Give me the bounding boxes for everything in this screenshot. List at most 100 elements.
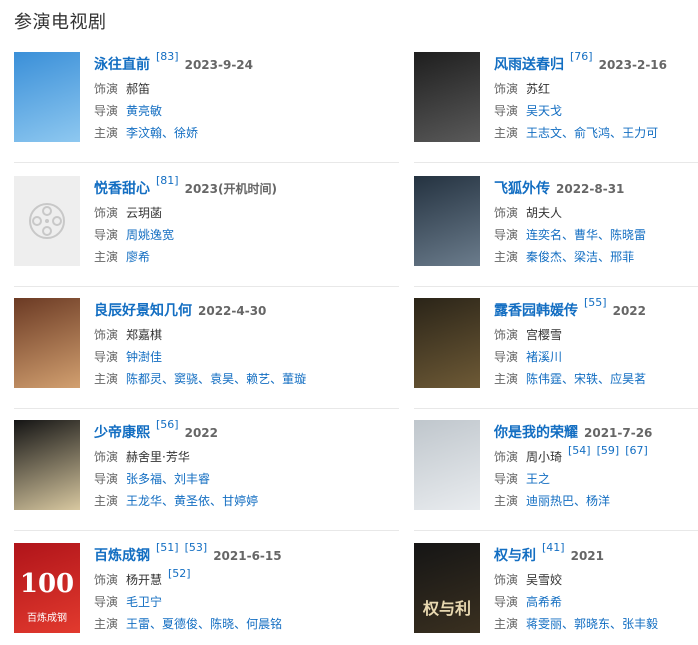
row-divider [14, 408, 399, 409]
series-poster[interactable] [414, 176, 480, 266]
air-date: 2023(开机时间) [184, 182, 277, 196]
reference-link[interactable]: [41] [542, 541, 565, 554]
director-link[interactable]: 连奕名、曹华、陈晓雷 [526, 228, 646, 242]
cast-link[interactable]: 宋轶 [574, 372, 598, 386]
reference-link[interactable]: [76] [570, 50, 593, 63]
cast-row: 主演 王龙华、黄圣依、甘婷婷 [94, 492, 258, 509]
cast-link[interactable]: 杨洋 [586, 494, 610, 508]
cast-link[interactable]: 蒋雯丽 [526, 617, 562, 631]
cast-label: 主演 [94, 126, 119, 140]
director-link[interactable]: 黄亮敏 [126, 104, 162, 118]
series-title-link[interactable]: 露香园韩媛传 [494, 303, 578, 319]
series-poster[interactable] [414, 52, 480, 142]
cast-link[interactable]: 陈都灵 [126, 372, 162, 386]
cast-link[interactable]: 王志文 [526, 126, 562, 140]
director-link[interactable]: 王之 [526, 472, 550, 486]
director-link[interactable]: 周姚逸宽 [126, 228, 174, 242]
series-title-link[interactable]: 你是我的荣耀 [494, 425, 578, 441]
series-title-link[interactable]: 泳往直前 [94, 57, 150, 73]
cast-link[interactable]: 甘婷婷 [222, 494, 258, 508]
cast-row: 主演 迪丽热巴、杨洋 [494, 492, 610, 509]
title-line: 百炼成钢 [51] [53] 2021-6-15 [94, 541, 282, 565]
cast-link[interactable]: 王雷 [126, 617, 150, 631]
reference-link[interactable]: [53] [185, 541, 208, 554]
series-poster[interactable]: 权与利 [414, 543, 480, 633]
cast-link[interactable]: 王龙华 [126, 494, 162, 508]
role-row: 饰演 宫樱雪 [494, 326, 562, 343]
cast-link[interactable]: 窦骁 [174, 372, 198, 386]
air-date: 2022 [612, 304, 646, 318]
film-reel-icon [14, 176, 80, 266]
role-row: 饰演 郝笛 [94, 80, 150, 97]
cast-link[interactable]: 李汶翰 [126, 126, 162, 140]
role-label: 饰演 [94, 328, 119, 342]
cast-link[interactable]: 郭晓东 [574, 617, 610, 631]
series-card: 飞狐外传 2022-8-31 饰演 胡夫人 导演 连奕名、曹华、陈晓雷 主演 秦俊杰、梁洁、邢… [414, 176, 698, 276]
cast-row: 主演 陈伟霆、宋轶、应昊茗 [494, 370, 646, 387]
director-link[interactable]: 高希希 [526, 595, 562, 609]
series-poster[interactable] [14, 420, 80, 510]
series-poster[interactable] [14, 52, 80, 142]
director-link[interactable]: 吴天戈 [526, 104, 562, 118]
reference-link[interactable]: [81] [156, 174, 179, 187]
director-link[interactable]: 钟澍佳 [126, 350, 162, 364]
series-title-link[interactable]: 良辰好景知几何 [94, 303, 192, 319]
role-row: 饰演 郑嘉棋 [94, 326, 162, 343]
cast-link[interactable]: 陈伟霆 [526, 372, 562, 386]
series-poster[interactable]: 100 百炼成钢 [14, 543, 80, 633]
cast-link[interactable]: 迪丽热巴 [526, 494, 574, 508]
cast-separator: 、 [562, 126, 575, 140]
cast-link[interactable]: 夏德俊 [162, 617, 198, 631]
director-row: 导演 高希希 [494, 593, 562, 610]
cast-link[interactable]: 应昊茗 [610, 372, 646, 386]
cast-link[interactable]: 王力可 [622, 126, 658, 140]
title-line: 风雨送春归 [76] 2023-2-16 [494, 50, 667, 74]
director-label: 导演 [94, 595, 119, 609]
cast-link[interactable]: 何晨铭 [246, 617, 282, 631]
cast-link[interactable]: 董璇 [282, 372, 306, 386]
reference-link[interactable]: [51] [156, 541, 179, 554]
role-label: 饰演 [94, 82, 119, 96]
series-card: 露香园韩媛传 [55] 2022 饰演 宫樱雪导演 褚溪川主演 陈伟霆、宋轶、应昊茗 [414, 296, 698, 398]
role-row: 饰演 胡夫人 [494, 204, 562, 221]
series-poster[interactable] [414, 298, 480, 388]
series-poster[interactable] [14, 176, 80, 266]
cast-link[interactable]: 俞飞鸿 [574, 126, 610, 140]
cast-link[interactable]: 袁昊 [210, 372, 234, 386]
series-poster[interactable] [414, 420, 480, 510]
cast-link[interactable]: 徐娇 [174, 126, 198, 140]
director-link[interactable]: 张多福、刘丰睿 [126, 472, 210, 486]
reference-link[interactable]: [54] [568, 444, 591, 457]
cast-link[interactable]: 秦俊杰 [526, 250, 562, 264]
role-value: 宫樱雪 [526, 328, 563, 342]
reference-link[interactable]: [56] [156, 418, 179, 431]
reference-link[interactable]: [52] [168, 567, 191, 580]
cast-link[interactable]: 梁洁 [574, 250, 598, 264]
cast-link[interactable]: 张丰毅 [622, 617, 658, 631]
cast-link[interactable]: 廖希 [126, 250, 150, 264]
cast-label: 主演 [94, 617, 119, 631]
cast-link[interactable]: 赖艺 [246, 372, 270, 386]
role-row: 饰演 苏红 [494, 80, 550, 97]
director-link[interactable]: 毛卫宁 [126, 595, 162, 609]
series-title-link[interactable]: 风雨送春归 [494, 57, 564, 73]
series-card: 你是我的荣耀 2021-7-26 饰演 周小琦 [54] [59] [67] 导演 王之 主演 迪丽… [414, 420, 698, 520]
reference-link[interactable]: [67] [625, 444, 648, 457]
series-title-link[interactable]: 飞狐外传 [494, 181, 550, 197]
director-label: 导演 [494, 350, 519, 364]
reference-link[interactable]: [83] [156, 50, 179, 63]
cast-row: 主演 廖希 [94, 248, 150, 265]
air-date: 2022 [184, 426, 218, 440]
series-title-link[interactable]: 悦香甜心 [94, 181, 150, 197]
cast-link[interactable]: 陈晓 [210, 617, 234, 631]
director-link[interactable]: 褚溪川 [526, 350, 562, 364]
series-poster[interactable] [14, 298, 80, 388]
cast-link[interactable]: 黄圣依 [174, 494, 210, 508]
reference-link[interactable]: [59] [597, 444, 620, 457]
series-title-link[interactable]: 少帝康熙 [94, 425, 150, 441]
series-title-link[interactable]: 权与利 [494, 548, 536, 564]
series-title-link[interactable]: 百炼成钢 [94, 548, 150, 564]
reference-link[interactable]: [55] [584, 296, 607, 309]
series-card: 100 百炼成钢 百炼成钢[51] [53]2021-6-15 饰演 杨开慧 [52] 导演毛… [14, 541, 354, 643]
cast-link[interactable]: 邢菲 [610, 250, 634, 264]
